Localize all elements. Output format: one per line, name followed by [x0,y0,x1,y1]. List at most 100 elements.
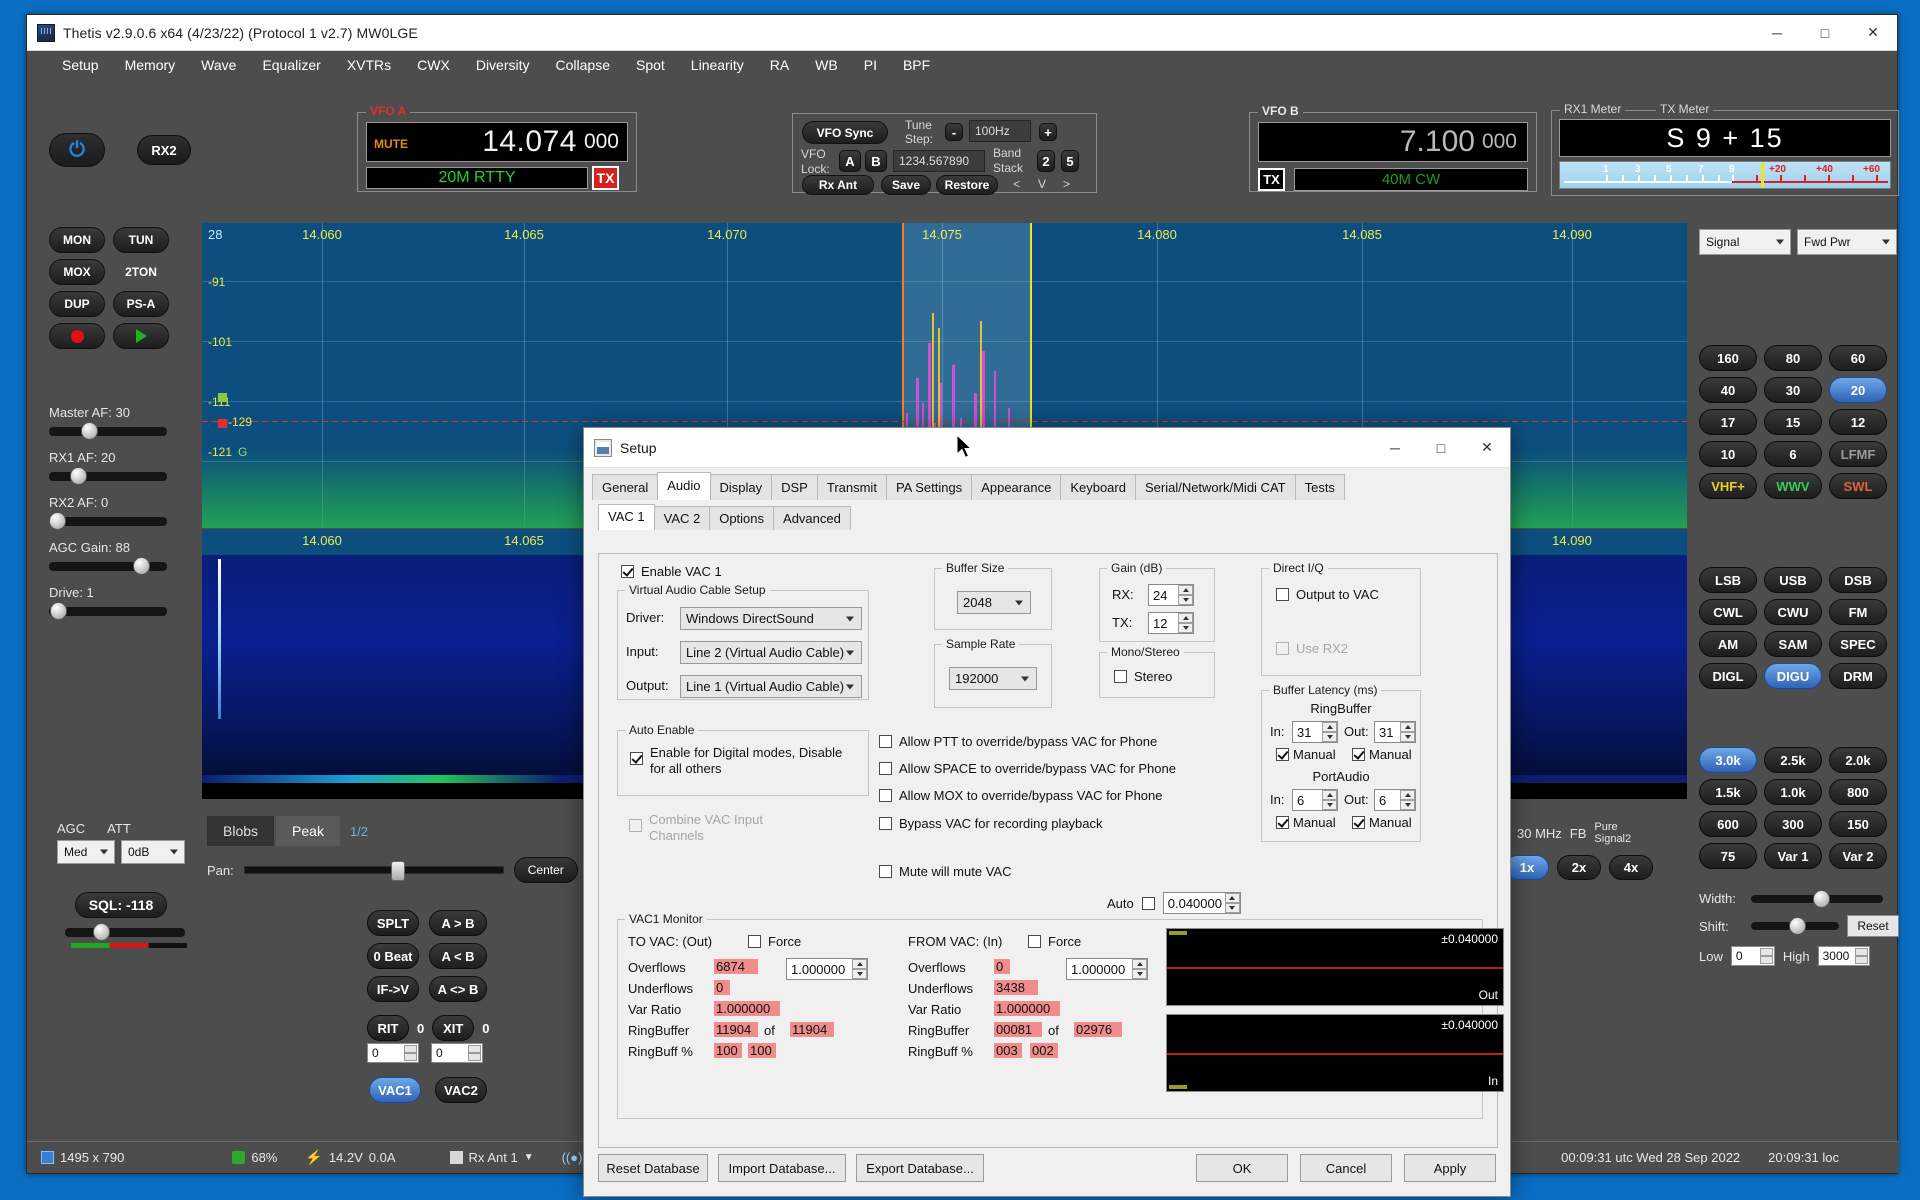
att-select[interactable]: 0dB [121,840,185,864]
band-swl-button[interactable]: SWL [1829,473,1887,499]
save-button[interactable]: Save [881,175,931,195]
band-6-button[interactable]: 6 [1764,441,1822,467]
tab-appearance[interactable]: Appearance [971,474,1062,500]
mode-fm-button[interactable]: FM [1829,599,1887,625]
filter-800-button[interactable]: 800 [1829,779,1887,805]
menu-wb[interactable]: WB [802,54,851,76]
mode-digl-button[interactable]: DIGL [1699,663,1757,689]
meter-signal-select[interactable]: Signal [1699,229,1791,255]
stepper-arrows[interactable] [1322,790,1337,810]
filter-150-button[interactable]: 150 [1829,811,1887,837]
buffer-size-select[interactable]: 2048 [957,591,1031,614]
port-out-manual-checkbox[interactable] [1352,816,1365,829]
pan-slider[interactable] [243,861,504,881]
enable-vac1-checkbox[interactable] [621,565,634,578]
rx2-af-slider[interactable] [49,512,167,530]
xit-button[interactable]: XIT [432,1015,475,1041]
menu-memory[interactable]: Memory [112,54,189,76]
slider-knob[interactable] [133,557,150,575]
bypass-vac-checkbox[interactable] [879,817,892,830]
maximize-icon[interactable]: □ [1801,15,1849,51]
power-button[interactable]: ⏻ [49,133,105,167]
ring-out-stepper[interactable]: 31 [1374,721,1416,743]
driver-select[interactable]: Windows DirectSound [680,607,862,630]
out-force-checkbox[interactable] [748,935,761,948]
vfo-lock-a-button[interactable]: A [839,150,861,172]
cancel-button[interactable]: Cancel [1300,1154,1392,1182]
band-vhf-button[interactable]: VHF+ [1699,473,1757,499]
tab-display[interactable]: Display [709,474,773,500]
high-stepper[interactable]: 3000 [1817,946,1870,966]
slider-knob[interactable] [70,467,87,485]
slider-knob[interactable] [93,923,110,941]
restore-button[interactable]: Restore [936,175,998,195]
tab-keyboard[interactable]: Keyboard [1060,474,1136,500]
output-to-vac-row[interactable]: Output to VAC [1276,587,1379,602]
gain-rx-stepper[interactable]: 24 [1148,584,1194,606]
auto-checkbox[interactable] [1141,896,1155,910]
ring-in-manual-checkbox[interactable] [1276,748,1289,761]
a-swap-b-button[interactable]: A <> B [429,976,487,1002]
low-stepper[interactable]: 0 [1730,946,1775,966]
frequency-entry-field[interactable]: 1234.567890 [893,150,985,172]
tune-step-plus-button[interactable]: + [1039,123,1057,141]
output-select[interactable]: Line 1 (Virtual Audio Cable) [680,675,862,698]
slider-knob[interactable] [1813,889,1830,908]
stepper-arrows[interactable] [1178,585,1193,605]
tun-button[interactable]: TUN [113,227,169,253]
stepper-arrows[interactable] [1178,613,1193,633]
rx2-button[interactable]: RX2 [137,135,191,165]
filter-1k5-button[interactable]: 1.5k [1699,779,1757,805]
auto-value-stepper[interactable]: 0.040000 [1162,892,1241,914]
tab-audio[interactable]: Audio [657,472,711,500]
slider-knob[interactable] [1789,917,1806,935]
next-button[interactable]: > [1063,177,1070,191]
ring-out-manual-row[interactable]: Manual [1352,747,1412,762]
band-15-button[interactable]: 15 [1764,409,1822,435]
squelch-button[interactable]: SQL: -118 [75,892,167,918]
band-stack-5-button[interactable]: 5 [1061,150,1079,172]
menu-diversity[interactable]: Diversity [463,54,543,76]
agc-gain-slider[interactable] [49,557,167,575]
tab-general[interactable]: General [592,474,659,500]
stepper-arrows[interactable] [1132,959,1147,979]
pan-slider-knob[interactable] [390,861,405,881]
drive-slider[interactable] [49,602,167,620]
apply-button[interactable]: Apply [1404,1154,1496,1182]
out-force-row[interactable]: Force [748,934,801,949]
vfo-a-mute-indicator[interactable]: MUTE [374,137,408,151]
if-to-v-button[interactable]: IF->V [367,976,419,1002]
tab-blobs[interactable]: Blobs [207,816,275,846]
port-in-stepper[interactable]: 6 [1292,789,1338,811]
allow-mox-row[interactable]: Allow MOX to override/bypass VAC for Pho… [879,788,1163,803]
a-greater-b-button[interactable]: A > B [429,910,487,936]
reset-database-button[interactable]: Reset Database [598,1154,708,1182]
rx-ant-button[interactable]: Rx Ant [802,175,874,195]
agc-select[interactable]: Med [57,840,115,864]
mode-sam-button[interactable]: SAM [1764,631,1822,657]
close-icon[interactable]: ✕ [1849,15,1897,51]
ps-a-button[interactable]: PS-A [113,291,169,317]
tab-vac-2[interactable]: VAC 2 [653,506,711,530]
status-antenna[interactable]: Rx Ant 1 ▼ [436,1150,548,1165]
band-10-button[interactable]: 10 [1699,441,1757,467]
ring-in-manual-row[interactable]: Manual [1276,747,1336,762]
menu-spot[interactable]: Spot [623,54,678,76]
stepper-arrows[interactable] [1759,948,1773,964]
menu-setup[interactable]: Setup [49,54,112,76]
zoom-4x-button[interactable]: 4x [1609,855,1653,880]
stepper-arrows[interactable] [404,1045,417,1061]
tab-advanced[interactable]: Advanced [773,506,851,530]
input-select[interactable]: Line 2 (Virtual Audio Cable) [680,641,862,664]
allow-ptt-row[interactable]: Allow PTT to override/bypass VAC for Pho… [879,734,1157,749]
band-60-button[interactable]: 60 [1829,345,1887,371]
meter-power-select[interactable]: Fwd Pwr [1797,229,1897,255]
rit-button[interactable]: RIT [367,1015,409,1041]
filter-300-button[interactable]: 300 [1764,811,1822,837]
filter-var2-button[interactable]: Var 2 [1829,843,1887,869]
zoom-2x-button[interactable]: 2x [1557,855,1601,880]
band-20-button[interactable]: 20 [1829,377,1887,403]
in-force-row[interactable]: Force [1028,934,1081,949]
mode-drm-button[interactable]: DRM [1829,663,1887,689]
ring-out-manual-checkbox[interactable] [1352,748,1365,761]
